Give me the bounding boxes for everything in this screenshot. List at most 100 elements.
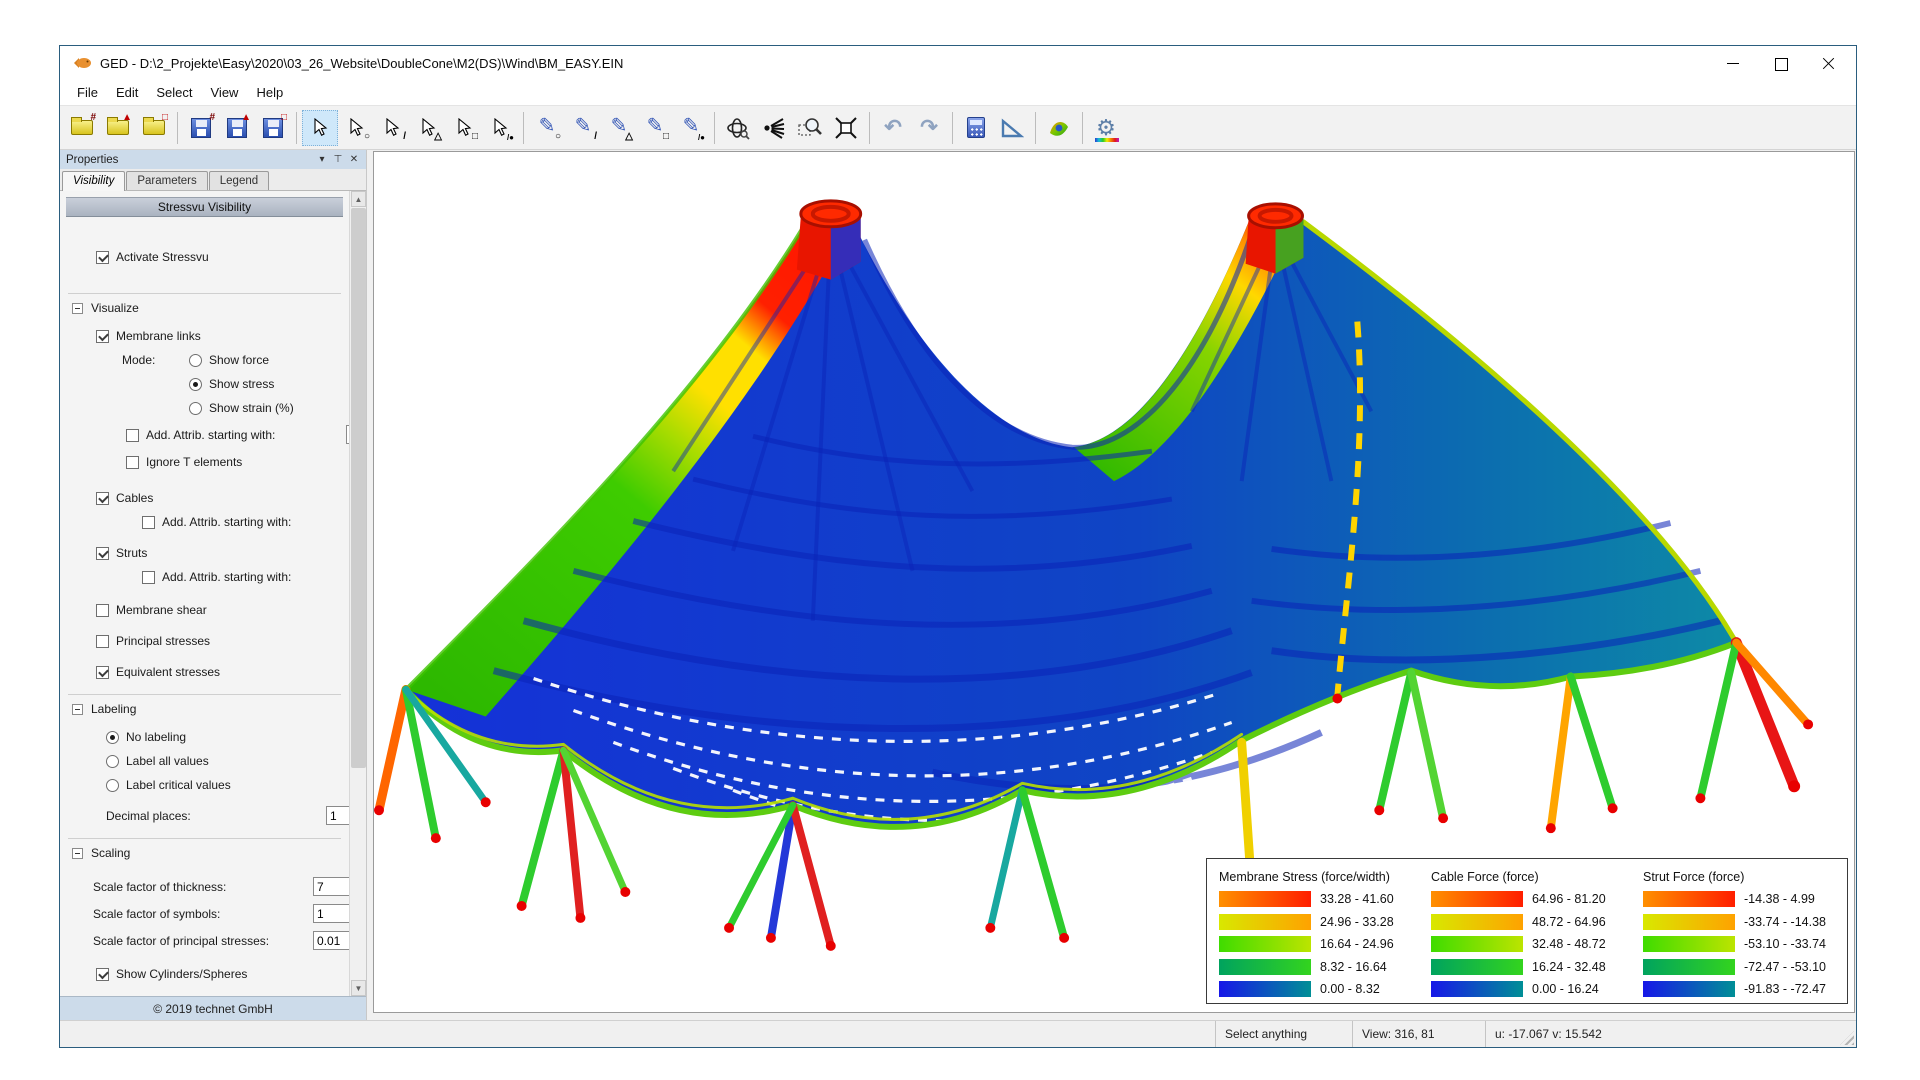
color-swatch: [1643, 981, 1735, 997]
checkbox-icon[interactable]: [96, 604, 109, 617]
legend-row: 0.00 - 8.32: [1219, 978, 1421, 1001]
labeling-group[interactable]: Labeling: [66, 697, 343, 721]
settings-button[interactable]: ⚙: [1088, 110, 1124, 146]
open-forces-button[interactable]: ▲: [100, 110, 136, 146]
checkbox-icon[interactable]: [142, 516, 155, 529]
cursor-icon: [348, 118, 364, 137]
color-swatch: [1431, 891, 1523, 907]
membrane-addattrib-row: Add. Attrib. starting with:: [126, 423, 343, 447]
radio-icon[interactable]: [106, 779, 119, 792]
zoom-extents-button[interactable]: [828, 110, 864, 146]
window-title: GED - D:\2_Projekte\Easy\2020\03_26_Webs…: [100, 56, 1726, 71]
zoom-window-button[interactable]: [792, 110, 828, 146]
radio-icon[interactable]: [106, 755, 119, 768]
scroll-down-icon[interactable]: ▼: [351, 980, 366, 996]
scale-principal-row: Scale factor of principal stresses:: [93, 927, 343, 954]
save-mesh-button[interactable]: #: [183, 110, 219, 146]
draw-points-button[interactable]: ✎○: [529, 110, 565, 146]
menu-file[interactable]: File: [68, 82, 107, 103]
tab-legend[interactable]: Legend: [209, 171, 269, 190]
radio-label-critical[interactable]: Label critical values: [106, 773, 343, 797]
checkbox-icon[interactable]: [96, 492, 109, 505]
select-quads-button[interactable]: □: [446, 110, 482, 146]
viewport-3d[interactable]: Membrane Stress (force/width) 33.28 - 41…: [373, 151, 1855, 1013]
radio-show-strain[interactable]: [189, 402, 202, 415]
color-legend: Membrane Stress (force/width) 33.28 - 41…: [1206, 858, 1848, 1004]
visualize-group[interactable]: Visualize: [66, 296, 343, 320]
menu-edit[interactable]: Edit: [107, 82, 147, 103]
scaling-group[interactable]: Scaling: [66, 841, 343, 865]
select-points-button[interactable]: ○: [338, 110, 374, 146]
activate-stressvu-checkbox[interactable]: Activate Stressvu: [96, 245, 343, 269]
show-cylinders-checkbox[interactable]: Show Cylinders/Spheres: [96, 962, 343, 986]
color-swatch: [1431, 981, 1523, 997]
maximize-button[interactable]: [1774, 56, 1788, 70]
radio-no-labeling[interactable]: No labeling: [106, 725, 343, 749]
membrane-links-checkbox[interactable]: Membrane links: [96, 324, 343, 348]
mode-row-force: Mode: Show force: [122, 348, 343, 372]
checkbox-icon[interactable]: [96, 547, 109, 560]
panel-scrollbar[interactable]: ▲ ▼: [349, 191, 366, 996]
principal-stresses-checkbox[interactable]: Principal stresses: [96, 629, 343, 653]
membrane-shear-checkbox[interactable]: Membrane shear: [96, 598, 343, 622]
redo-icon: ↷: [920, 117, 938, 138]
minimize-button[interactable]: [1726, 56, 1740, 70]
panel-menu-icon[interactable]: ▾: [314, 153, 330, 167]
collapse-icon[interactable]: [72, 303, 83, 314]
toolbar-separator: [714, 112, 715, 144]
checkbox-icon[interactable]: [126, 429, 139, 442]
select-lines-button[interactable]: /: [374, 110, 410, 146]
calculate-button[interactable]: [958, 110, 994, 146]
checkbox-icon[interactable]: [96, 666, 109, 679]
open-elements-button[interactable]: □: [136, 110, 172, 146]
resize-grip[interactable]: [1840, 1031, 1854, 1045]
pencil-icon: ✎: [575, 116, 592, 136]
checkbox-icon[interactable]: [96, 968, 109, 981]
tab-visibility[interactable]: Visibility: [62, 171, 125, 191]
redo-button[interactable]: ↷: [911, 110, 947, 146]
cables-checkbox[interactable]: Cables: [96, 486, 343, 510]
draw-quads-button[interactable]: ✎□: [637, 110, 673, 146]
panel-close-icon[interactable]: ✕: [346, 153, 362, 167]
stressvu-button[interactable]: [1041, 110, 1077, 146]
menu-view[interactable]: View: [202, 82, 248, 103]
tab-parameters[interactable]: Parameters: [126, 171, 207, 190]
select-cursor-button[interactable]: [302, 110, 338, 146]
draw-lines-button[interactable]: ✎/: [565, 110, 601, 146]
collapse-icon[interactable]: [72, 704, 83, 715]
save-forces-button[interactable]: ▲: [219, 110, 255, 146]
measure-button[interactable]: [994, 110, 1030, 146]
menu-help[interactable]: Help: [247, 82, 292, 103]
color-swatch: [1643, 914, 1735, 930]
scroll-up-icon[interactable]: ▲: [351, 191, 366, 207]
checkbox-icon[interactable]: [96, 330, 109, 343]
scroll-thumb[interactable]: [351, 208, 366, 768]
draw-triangles-button[interactable]: ✎△: [601, 110, 637, 146]
select-triangles-button[interactable]: △: [410, 110, 446, 146]
radio-show-force[interactable]: [189, 354, 202, 367]
panel-pin-icon[interactable]: ⊤: [330, 153, 346, 167]
ignore-t-checkbox[interactable]: Ignore T elements: [126, 450, 343, 474]
equivalent-stresses-checkbox[interactable]: Equivalent stresses: [96, 660, 343, 684]
draw-edges-button[interactable]: ✎/●: [673, 110, 709, 146]
divider: [68, 293, 341, 294]
checkbox-icon[interactable]: [142, 571, 155, 584]
select-edges-button[interactable]: /●: [482, 110, 518, 146]
close-button[interactable]: [1822, 56, 1836, 70]
open-mesh-button[interactable]: #: [64, 110, 100, 146]
orbit-view-button[interactable]: [720, 110, 756, 146]
radio-show-stress[interactable]: [189, 378, 202, 391]
checkbox-icon[interactable]: [96, 635, 109, 648]
undo-icon: ↶: [884, 117, 902, 138]
checkbox-icon[interactable]: [126, 456, 139, 469]
membrane-icon: [1047, 117, 1071, 139]
undo-button[interactable]: ↶: [875, 110, 911, 146]
checkbox-icon[interactable]: [96, 251, 109, 264]
collapse-icon[interactable]: [72, 848, 83, 859]
radio-icon[interactable]: [106, 731, 119, 744]
render-rays-button[interactable]: [756, 110, 792, 146]
radio-label-all[interactable]: Label all values: [106, 749, 343, 773]
save-elements-button[interactable]: □: [255, 110, 291, 146]
menu-select[interactable]: Select: [147, 82, 201, 103]
struts-checkbox[interactable]: Struts: [96, 541, 343, 565]
